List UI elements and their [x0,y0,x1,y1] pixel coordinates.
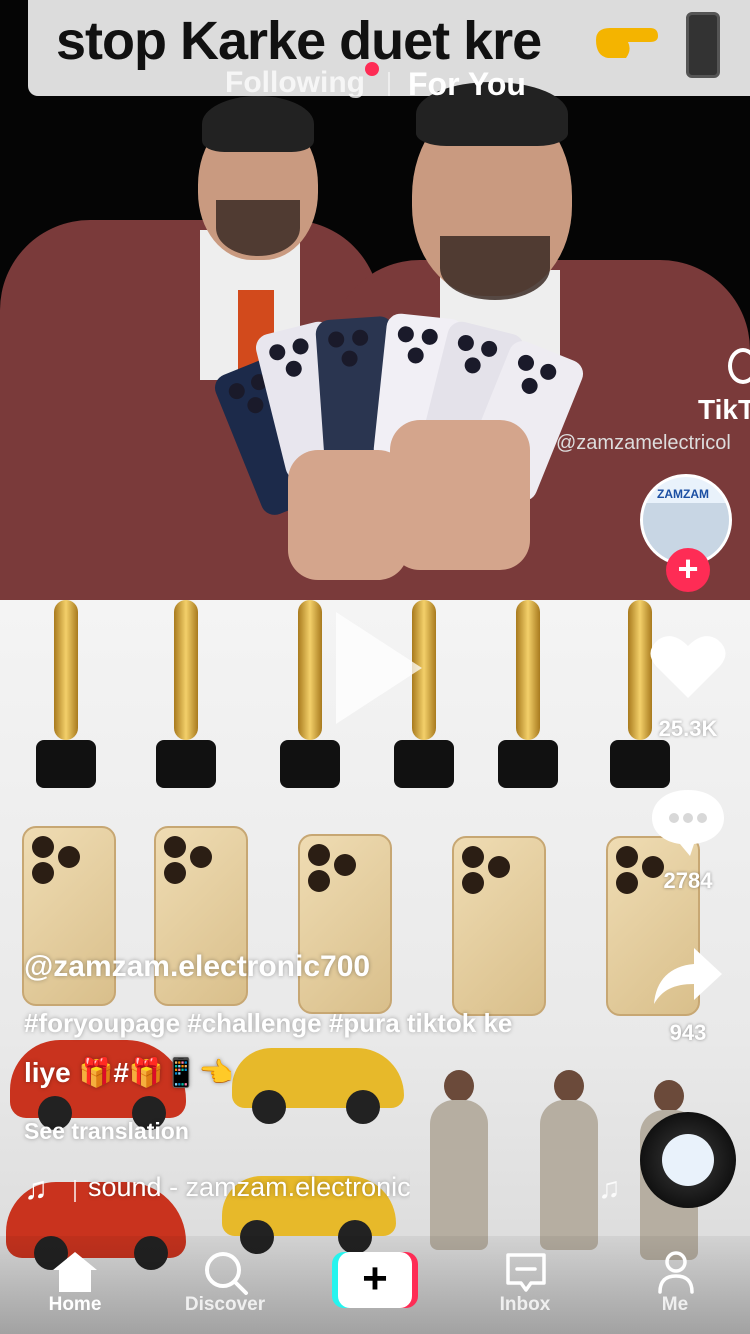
like-count: 25.3K [658,716,718,741]
watermark-brand: TikT [698,394,750,425]
tab-following[interactable]: Following [225,66,365,100]
heart-icon[interactable] [648,630,728,702]
music-note-icon: ♫ [24,1170,48,1206]
pointing-hand-icon [596,28,658,58]
nav-home[interactable]: Home [15,1236,135,1334]
inbox-icon [506,1253,546,1292]
nav-me-label: Me [661,1294,689,1315]
trophy-icon [156,600,216,790]
comment-count: 2784 [663,868,713,893]
post-description-line2: liye 🎁#🎁📱👈 [24,1057,234,1088]
tab-divider [388,72,390,96]
trophy-icon [280,600,340,790]
creator-username[interactable]: @zamzam.electronic700 [24,950,370,984]
live-indicator-dot [365,62,379,76]
tab-for-you[interactable]: For You [408,66,526,103]
feed-tabs: Following For You [0,62,750,106]
music-note-float-icon: ♫ [598,1172,621,1205]
nav-discover-label: Discover [184,1294,266,1315]
nav-me[interactable]: Me [615,1236,735,1334]
gold-phone-image [452,836,546,1016]
dancer-image [534,1070,604,1250]
post-description-line1: #foryoupage #challenge #pura tiktok ke [24,1008,513,1038]
avatar-sign-text: ZAMZAM [657,487,709,501]
home-icon [53,1252,97,1292]
sound-disc-icon[interactable] [640,1112,736,1208]
share-count: 943 [669,1020,707,1045]
watermark-handle: @zamzamelectricol [556,432,731,454]
person-icon [658,1251,694,1294]
dancer-image [424,1070,494,1250]
create-button[interactable]: + [332,1252,418,1308]
gold-phone-image [298,834,392,1014]
follow-plus-button[interactable]: + [666,548,710,592]
trophy-icon [498,600,558,790]
tiktok-watermark-icon [728,348,750,384]
music-divider [74,1180,76,1202]
play-icon[interactable] [336,612,422,724]
search-icon [205,1252,248,1295]
sound-name[interactable]: sound - zamzam.electronic700 [88,1172,410,1203]
trophy-icon [36,600,96,790]
comment-icon[interactable] [650,786,726,858]
see-translation-link[interactable]: See translation [24,1118,189,1145]
plus-icon: + [338,1252,412,1308]
share-icon[interactable] [652,946,724,1008]
nav-discover[interactable]: Discover [165,1236,285,1334]
nav-inbox[interactable]: Inbox [465,1236,585,1334]
nav-inbox-label: Inbox [499,1294,551,1315]
nav-home-label: Home [48,1294,102,1315]
